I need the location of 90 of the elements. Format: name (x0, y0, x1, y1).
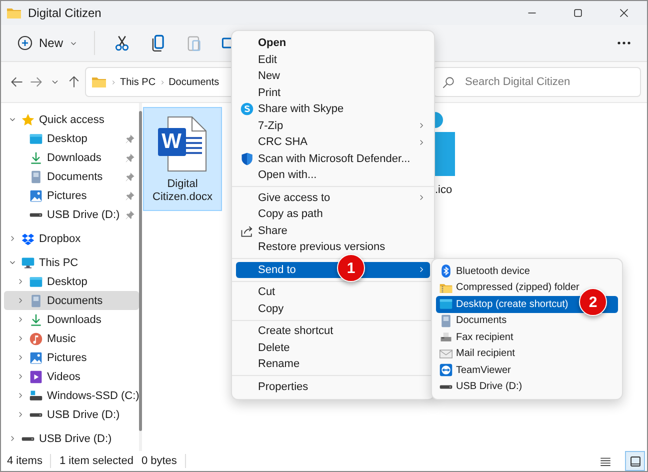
back-arrow-icon (10, 75, 24, 89)
search-field[interactable]: Search Digital Citizen (463, 75, 632, 89)
sidebar-item[interactable]: Desktop (4, 272, 140, 291)
desktop-icon (29, 274, 43, 288)
pictures-icon (29, 350, 43, 364)
chevron-right-icon (110, 78, 117, 86)
scrollbar-thumb[interactable] (139, 111, 142, 431)
documents-icon (29, 294, 43, 308)
sidebar-item[interactable]: Downloads (4, 148, 140, 167)
menu-item[interactable]: Print (236, 84, 430, 101)
sidebar-item[interactable]: Videos (4, 367, 140, 386)
menu-item[interactable]: Delete (236, 340, 430, 356)
menu-item[interactable]: Mail recipient (436, 346, 618, 362)
share-icon (240, 224, 254, 238)
menu-item[interactable]: New (236, 68, 430, 84)
desktop-icon (439, 297, 453, 312)
tiles-view-button[interactable] (625, 451, 645, 471)
item-count: 4 items (7, 455, 42, 467)
download-icon (29, 150, 43, 164)
selection-info: 1 item selected (59, 455, 134, 467)
menu-item[interactable]: Fax recipient (436, 329, 618, 346)
maximize-icon (572, 7, 584, 19)
new-button[interactable]: New (13, 31, 82, 55)
breadcrumb[interactable]: Documents (168, 76, 220, 88)
plus-icon (17, 35, 33, 51)
download-icon (29, 312, 43, 326)
sidebar-item[interactable]: Desktop (4, 129, 140, 148)
sidebar-item[interactable]: Downloads (4, 310, 140, 329)
search-icon (442, 76, 455, 88)
skype-icon (240, 102, 254, 116)
sidebar-item[interactable]: Dropbox (4, 229, 140, 248)
sidebar-item[interactable]: Music (4, 329, 140, 348)
menu-item[interactable]: Share with Skype (236, 101, 430, 118)
menu-item[interactable]: Copy as path (236, 206, 430, 222)
more-icon[interactable] (616, 41, 632, 45)
music-icon (29, 332, 43, 346)
bluetooth-icon (439, 264, 453, 278)
tiles-view-icon (628, 454, 642, 468)
menu-item[interactable]: Open (236, 35, 430, 52)
menu-item[interactable]: Copy (236, 300, 430, 317)
menu-item[interactable]: Rename (236, 356, 430, 372)
window-title: Digital Citizen (28, 6, 102, 20)
dropbox-icon (21, 232, 35, 246)
menu-item[interactable]: Open with... (236, 167, 430, 184)
sidebar-item[interactable]: USB Drive (D:) (4, 405, 140, 424)
sidebar-item[interactable]: USB Drive (D:) (4, 429, 140, 448)
sidebar-item[interactable]: Documents (4, 291, 140, 310)
menu-item[interactable]: USB Drive (D:) (436, 378, 618, 395)
sidebar-item[interactable]: This PC (4, 253, 140, 272)
menu-item[interactable]: Share (236, 222, 430, 239)
forward-arrow-icon (28, 75, 42, 89)
sidebar-item[interactable]: Pictures (4, 348, 140, 367)
menu-item[interactable]: Give access to (236, 190, 430, 206)
menu-item[interactable]: Restore previous versions (236, 239, 430, 256)
video-icon (29, 370, 43, 384)
sidebar-item[interactable]: Pictures (4, 186, 140, 205)
breadcrumb[interactable]: This PC (120, 76, 156, 88)
mail-icon (439, 346, 453, 361)
computer-icon (21, 256, 35, 270)
menu-item[interactable]: Create shortcut (236, 323, 430, 340)
scissors-icon (113, 34, 132, 52)
file-item[interactable]: W Digital Citizen.docx (143, 107, 222, 211)
desktop-icon (29, 132, 43, 146)
chevron-right-icon (158, 78, 166, 86)
selection-size: 0 bytes (141, 455, 177, 467)
search-box[interactable]: Search Digital Citizen (433, 67, 641, 97)
menu-item[interactable]: Bluetooth device (436, 263, 618, 280)
teamviewer-icon (439, 363, 453, 378)
sidebar-item[interactable]: Documents (4, 167, 140, 186)
documents-icon (439, 314, 453, 328)
menu-item[interactable]: Cut (236, 284, 430, 300)
close-icon (618, 7, 630, 19)
sidebar-item[interactable]: Quick access (4, 110, 140, 129)
menu-item[interactable]: Scan with Microsoft Defender... (236, 150, 430, 167)
drive-icon (29, 388, 43, 402)
star-icon (21, 112, 35, 126)
pictures-icon (29, 188, 43, 202)
menu-item[interactable]: CRC SHA (236, 134, 430, 150)
shield-icon (240, 152, 254, 166)
menu-item[interactable]: Properties (236, 378, 430, 395)
documents-icon (29, 170, 43, 184)
menu-item[interactable]: Edit (236, 52, 430, 68)
menu-item[interactable]: TeamViewer (436, 362, 618, 378)
fax-icon (439, 330, 453, 344)
sidebar-item[interactable]: Windows-SSD (C:) (4, 386, 140, 405)
paste-icon (185, 34, 204, 52)
file-item[interactable]: .ico (434, 107, 460, 204)
up-arrow-icon (66, 75, 80, 89)
sidebar-item[interactable]: USB Drive (D:) (4, 205, 140, 224)
menu-item[interactable]: 7-Zip (236, 118, 430, 134)
